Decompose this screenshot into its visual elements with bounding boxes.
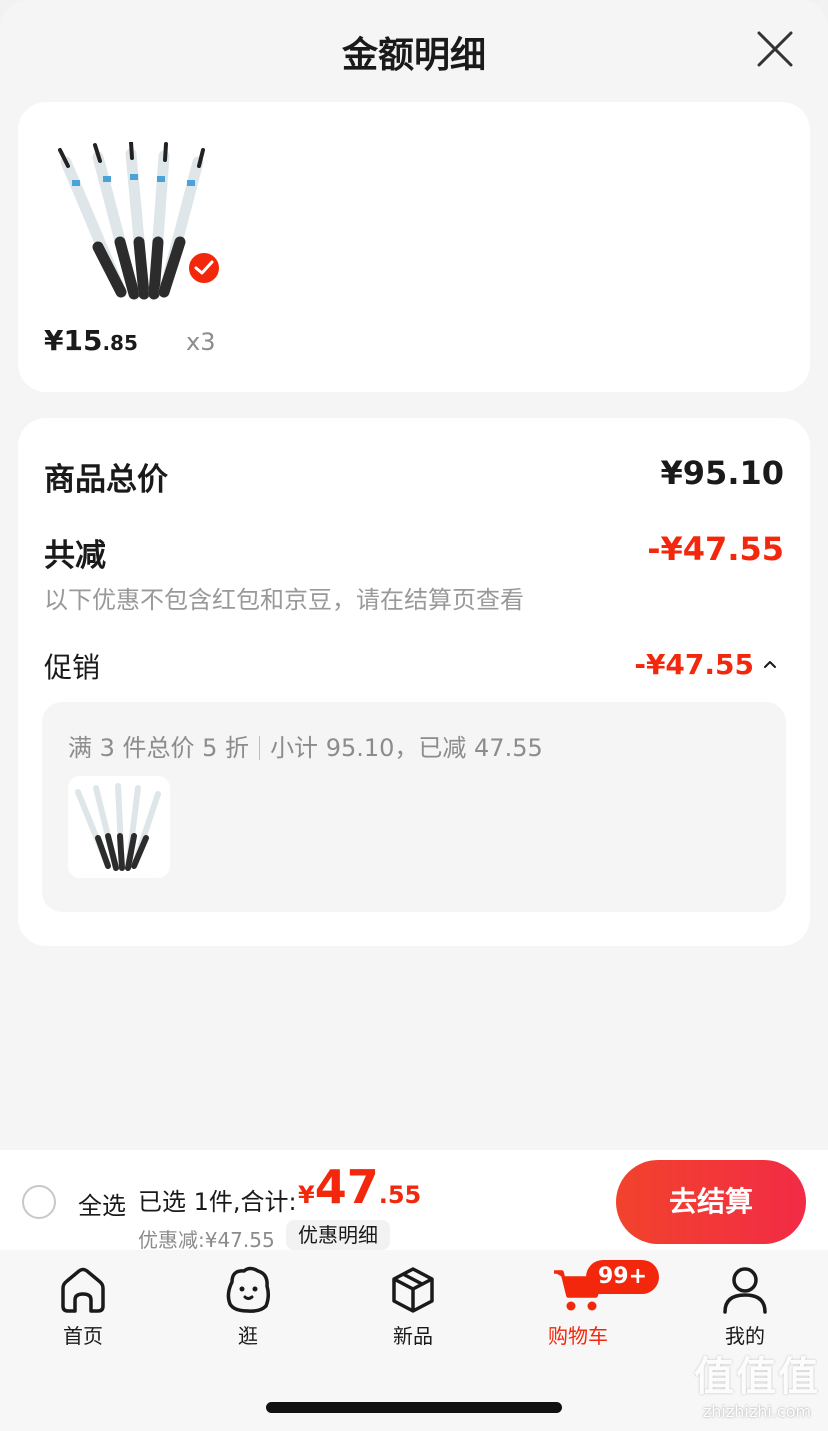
checkout-bar: 全选 已选 1件,合计: ¥47.55 优惠减:¥47.55 优惠明细 去结算 <box>0 1150 828 1252</box>
tab-new-label: 新品 <box>393 1324 433 1348</box>
discount-amount: 优惠减:¥47.55 <box>138 1228 275 1252</box>
item-price-int: ¥15 <box>44 324 103 357</box>
tab-mine[interactable]: 我的 <box>690 1264 800 1349</box>
item-price: ¥15.85 <box>44 324 138 357</box>
item-card: ¥15.85 x3 <box>18 102 810 392</box>
chevron-up-icon[interactable] <box>762 656 778 672</box>
discount-note: 以下优惠不包含红包和京豆，请在结算页查看 <box>44 586 524 614</box>
home-indicator <box>266 1402 562 1413</box>
select-all-label[interactable]: 全选 <box>78 1186 126 1221</box>
site-watermark: 值值值 zhizhizhi.com <box>694 1344 820 1421</box>
tab-home-label: 首页 <box>63 1324 103 1348</box>
close-icon[interactable] <box>756 30 794 68</box>
watermark-url: zhizhizhi.com <box>702 1402 812 1421</box>
promo-subtotal: 小计 95.10，已减 47.55 <box>270 734 543 762</box>
promo-value[interactable]: -¥47.55 <box>634 648 754 681</box>
total-dec: .55 <box>378 1181 422 1209</box>
discount-detail-button[interactable]: 优惠明细 <box>286 1220 390 1250</box>
divider <box>259 736 261 760</box>
box-icon <box>392 1267 434 1313</box>
total-value: ¥95.10 <box>660 454 784 492</box>
selected-count-text: 已选 1件,合计: <box>138 1188 297 1216</box>
promo-rule: 满 3 件总价 5 折 <box>68 734 250 762</box>
user-icon <box>723 1267 767 1314</box>
tab-new[interactable]: 新品 <box>358 1264 468 1349</box>
home-icon <box>61 1267 105 1313</box>
reduce-label: 共减 <box>44 538 106 574</box>
amount-detail-sheet: 金额明细 ¥15.85 x3 商品总价 ¥95.10 共减 -¥47.55 以下… <box>0 0 828 1150</box>
promo-description: 满 3 件总价 5 折小计 95.10，已减 47.55 <box>68 728 543 763</box>
promo-label: 促销 <box>44 651 101 684</box>
cart-count-badge: 99+ <box>586 1260 660 1294</box>
reduce-value: -¥47.55 <box>647 530 784 568</box>
tab-browse[interactable]: 逛 <box>193 1264 303 1349</box>
item-quantity: x3 <box>186 328 216 356</box>
select-all-radio[interactable] <box>22 1185 56 1219</box>
selected-check-icon <box>186 250 222 286</box>
tab-browse-label: 逛 <box>238 1324 258 1348</box>
tab-home[interactable]: 首页 <box>28 1264 138 1349</box>
sheet-title: 金额明细 <box>341 35 486 76</box>
checkout-button[interactable]: 去结算 <box>616 1160 806 1244</box>
total-price: ¥47.55 <box>298 1160 421 1214</box>
summary-card: 商品总价 ¥95.10 共减 -¥47.55 以下优惠不包含红包和京豆，请在结算… <box>18 418 810 946</box>
tab-cart-label: 购物车 <box>548 1324 608 1348</box>
browse-face-icon <box>226 1266 271 1313</box>
item-price-dec: .85 <box>102 331 138 355</box>
promo-detail-box: 满 3 件总价 5 折小计 95.10，已减 47.55 <box>42 702 786 912</box>
watermark-glyphs: 值值值 <box>694 1354 820 1400</box>
total-int: 47 <box>314 1160 379 1214</box>
total-currency: ¥ <box>298 1181 315 1209</box>
total-label: 商品总价 <box>44 462 168 498</box>
promo-product-thumbnail[interactable] <box>68 776 170 878</box>
